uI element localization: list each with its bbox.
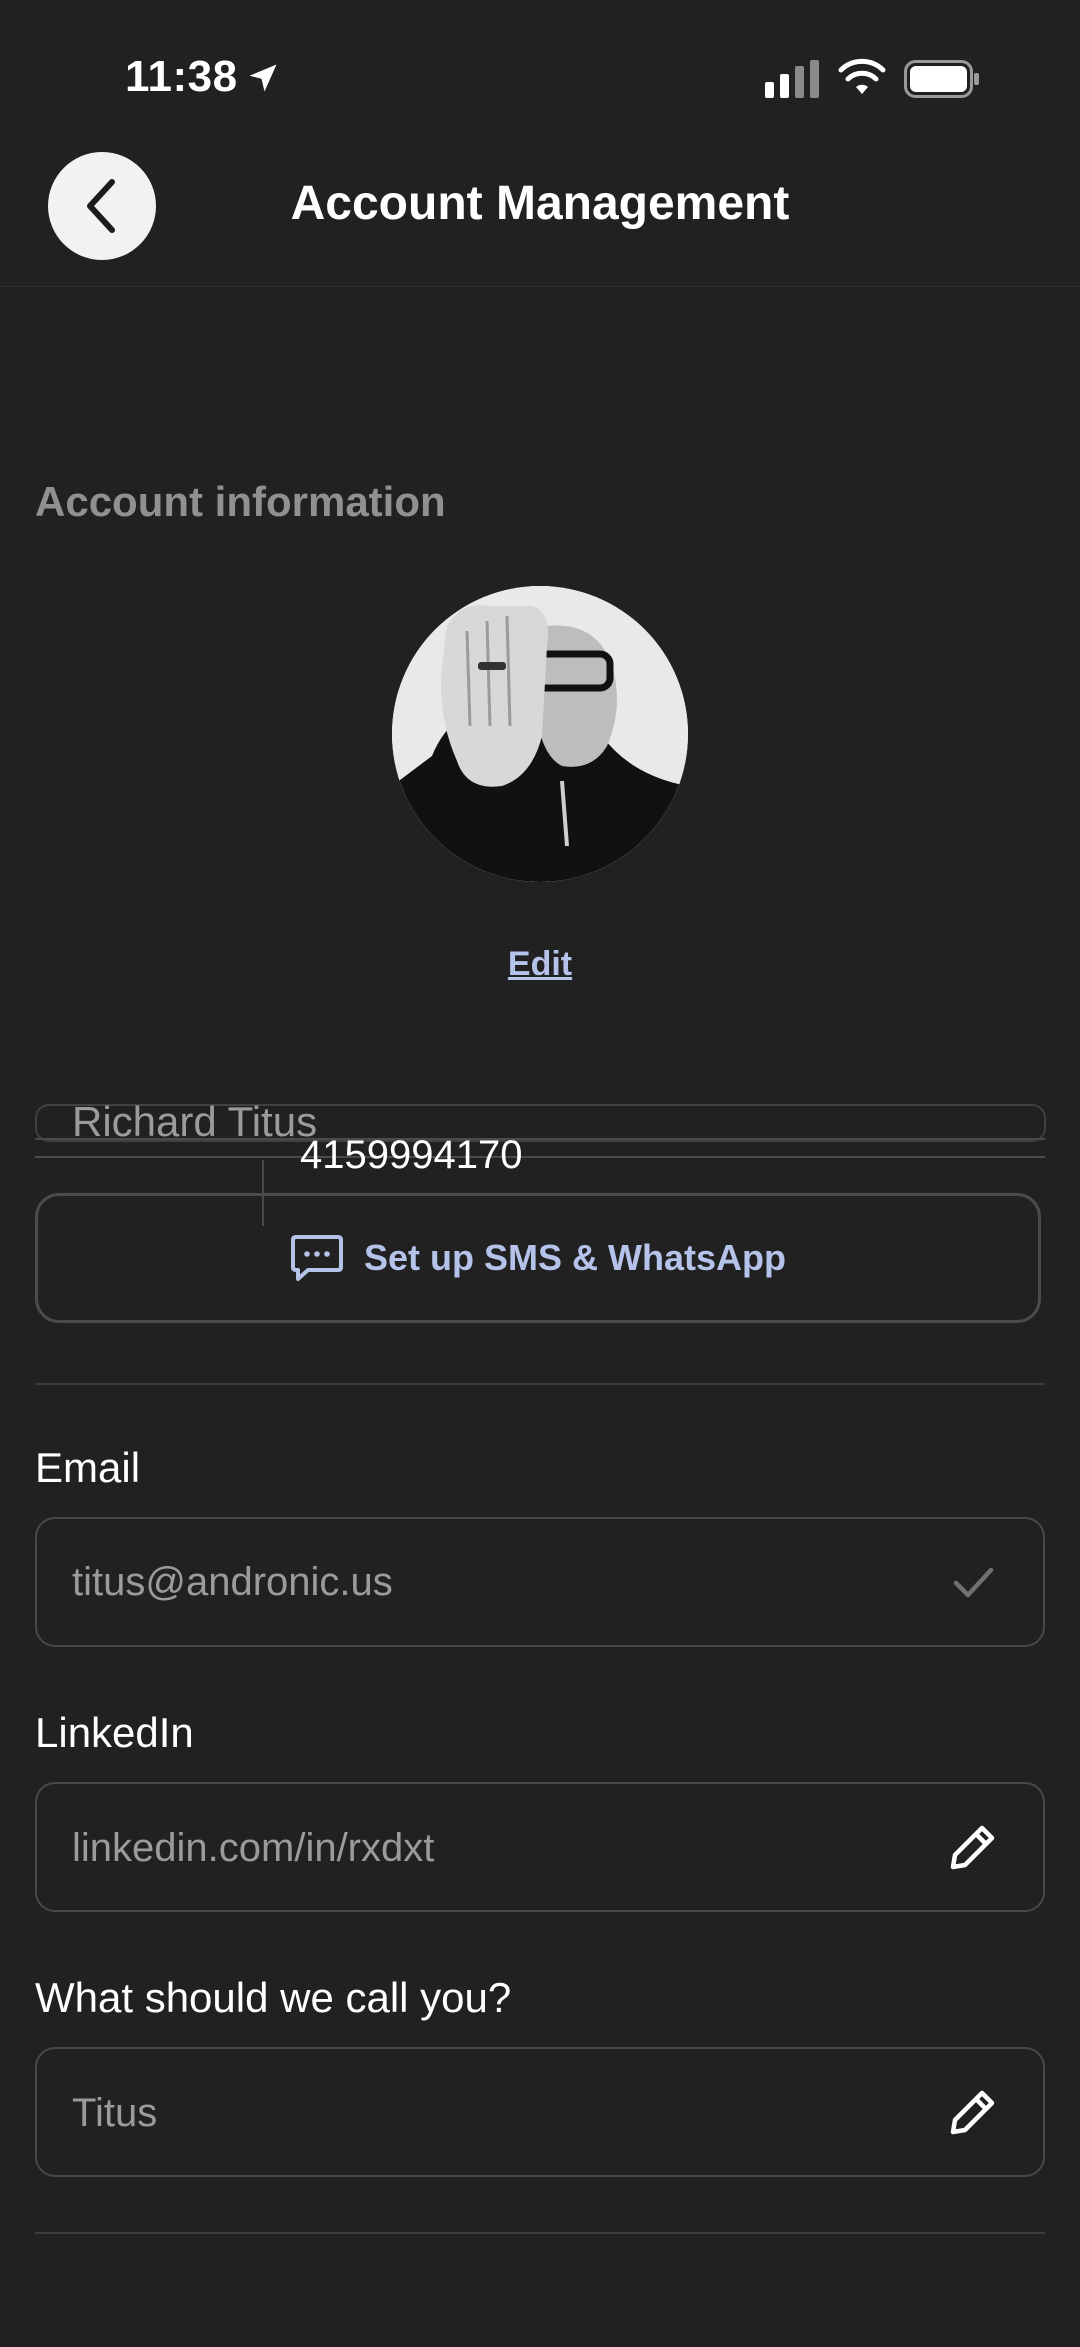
battery-icon <box>904 60 979 98</box>
section-divider <box>35 1383 1045 1385</box>
edit-photo-link[interactable]: Edit <box>0 945 1080 984</box>
nickname-field[interactable] <box>35 2047 1045 2177</box>
wifi-icon <box>838 58 886 94</box>
status-time: 11:38 <box>125 52 238 101</box>
location-arrow-icon <box>249 64 277 92</box>
section-title: Account information <box>35 478 446 525</box>
pencil-icon[interactable] <box>948 1822 998 1872</box>
field-divider <box>35 1138 1045 1140</box>
email-value: titus@andronic.us <box>72 1560 393 1604</box>
email-label: Email <box>35 1444 141 1491</box>
sms-button-label: Set up SMS & WhatsApp <box>364 1237 786 1278</box>
field-divider <box>35 1156 1045 1158</box>
checkmark-icon <box>953 1567 994 1598</box>
cellular-signal-icon <box>765 60 819 98</box>
pencil-icon[interactable] <box>948 2087 998 2137</box>
message-bubble-icon <box>291 1235 343 1281</box>
avatar[interactable] <box>392 586 688 882</box>
section-divider <box>35 2232 1045 2234</box>
linkedin-value: linkedin.com/in/rxdxt <box>72 1826 435 1870</box>
profile-photo <box>392 586 688 882</box>
phone-value[interactable]: 4159994170 <box>300 1133 522 1178</box>
linkedin-label: LinkedIn <box>35 1709 194 1756</box>
nickname-label: What should we call you? <box>35 1974 512 2021</box>
page-title: Account Management <box>290 177 790 230</box>
setup-sms-whatsapp-button[interactable]: Set up SMS & WhatsApp <box>35 1193 1041 1323</box>
nickname-value: Titus <box>72 2091 158 2135</box>
